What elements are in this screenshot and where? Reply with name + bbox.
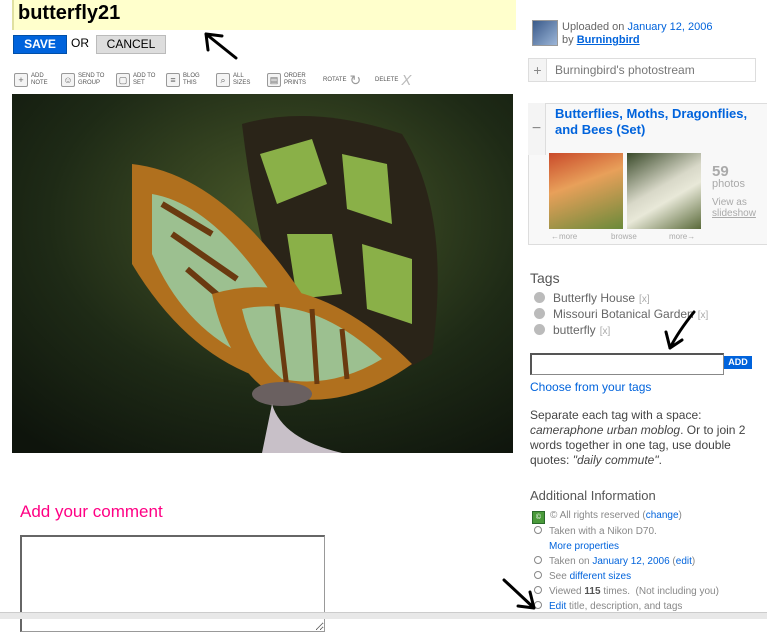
viewed-prefix: Viewed <box>549 586 585 597</box>
order-prints-label: ORDER PRINTS <box>284 73 307 86</box>
blog-icon: ≡ <box>166 73 180 87</box>
tag-globe-icon[interactable] <box>534 292 545 303</box>
uploaded-prefix: Uploaded on <box>562 21 625 33</box>
tag-help-example: cameraphone urban moblog <box>530 423 681 437</box>
rotate-icon: ↻ <box>349 71 362 88</box>
set-icon: ▢ <box>116 73 130 87</box>
more-properties-row: More properties <box>549 541 619 552</box>
more-properties-link[interactable]: More properties <box>549 541 619 552</box>
set-nav-more-right[interactable]: more→ <box>669 232 695 241</box>
rotate-button[interactable]: ROTATE ↻ <box>323 70 361 90</box>
add-tag-input[interactable] <box>530 353 724 375</box>
sizes-row: See different sizes <box>534 571 631 582</box>
rights-row: © All rights reserved (change) <box>550 510 682 521</box>
or-label: OR <box>71 36 89 50</box>
uploader-link[interactable]: Burningbird <box>577 34 640 46</box>
blog-this-label: BLOG THIS <box>183 73 200 86</box>
bullet-icon <box>534 526 542 534</box>
send-to-group-label: SEND TO GROUP <box>78 73 105 86</box>
set-nav-more-left[interactable]: ←more <box>551 232 577 241</box>
add-to-set-label: ADD TO SET <box>133 73 156 86</box>
annotation-arrow-icon <box>664 310 696 350</box>
set-photo-count-label: photos <box>712 178 746 190</box>
magnifier-icon: ⌕ <box>216 73 230 87</box>
set-thumbnail-previous[interactable] <box>549 153 623 229</box>
photo-title[interactable]: butterfly21 <box>18 0 120 26</box>
different-sizes-link[interactable]: different sizes <box>570 571 632 582</box>
order-prints-button[interactable]: ▤ ORDER PRINTS <box>267 70 314 90</box>
cancel-button[interactable]: CANCEL <box>96 35 166 54</box>
tag-item: butterfly [x] <box>534 323 610 337</box>
add-note-button[interactable]: + ADD NOTE <box>14 70 53 90</box>
camera-row: Taken with a Nikon D70. <box>534 526 657 537</box>
by-prefix: by <box>562 34 574 46</box>
send-to-group-button[interactable]: ☺ SEND TO GROUP <box>61 70 108 90</box>
taken-date-link[interactable]: January 12, 2006 <box>592 556 669 567</box>
add-note-label: ADD NOTE <box>31 73 48 86</box>
tag-globe-icon[interactable] <box>534 308 545 319</box>
annotation-arrow-icon <box>204 32 238 60</box>
delete-icon: X <box>401 71 412 89</box>
all-sizes-label: ALL SIZES <box>233 73 251 86</box>
tag-remove-link[interactable]: [x] <box>600 326 611 337</box>
printer-icon: ▤ <box>267 73 281 87</box>
uploaded-on-line: Uploaded on January 12, 2006 <box>562 21 712 33</box>
tag-globe-icon[interactable] <box>534 324 545 335</box>
taken-edit-link[interactable]: edit <box>676 556 692 567</box>
choose-tags-link[interactable]: Choose from your tags <box>530 380 651 394</box>
expand-plus-icon[interactable]: + <box>529 59 547 81</box>
tag-remove-link[interactable]: [x] <box>639 294 650 305</box>
tag-help-example: "daily commute" <box>572 453 659 467</box>
change-license-link[interactable]: change <box>646 510 679 521</box>
uploaded-by-line: by Burningbird <box>562 34 640 46</box>
plus-icon: + <box>14 73 28 87</box>
photostream-label[interactable]: Burningbird's photostream <box>555 63 695 77</box>
rights-text: © All rights reserved ( <box>550 510 646 521</box>
edit-suffix: title, description, and tags <box>566 601 683 612</box>
see-prefix: See <box>549 571 570 582</box>
tag-label[interactable]: butterfly <box>553 323 596 337</box>
bullet-icon <box>534 556 542 564</box>
delete-label: DELETE <box>375 76 399 83</box>
set-title-link[interactable]: Butterflies, Moths, Dragonflies, and Bee… <box>555 106 760 138</box>
add-comment-heading: Add your comment <box>20 502 163 521</box>
uploaded-date-link[interactable]: January 12, 2006 <box>627 21 712 33</box>
view-as-label: View as <box>712 197 747 208</box>
license-icon: © <box>532 511 545 524</box>
tag-help-text: Separate each tag with a space: cameraph… <box>530 408 760 468</box>
rights-close: ) <box>678 510 682 521</box>
camera-text: Taken with a Nikon D70. <box>549 526 657 537</box>
set-nav-browse[interactable]: browse <box>611 232 637 241</box>
add-tag-button[interactable]: ADD <box>724 356 752 369</box>
set-thumbnail-next[interactable] <box>627 153 701 229</box>
annotation-arrow-icon <box>502 578 536 610</box>
tags-heading: Tags <box>530 270 560 286</box>
taken-on-prefix: Taken on <box>549 556 593 567</box>
additional-info-heading: Additional Information <box>530 488 656 503</box>
all-sizes-button[interactable]: ⌕ ALL SIZES <box>216 70 255 90</box>
delete-button[interactable]: DELETE X <box>375 70 411 90</box>
tag-help-part: . <box>658 453 662 467</box>
tag-item: Butterfly House [x] <box>534 291 650 305</box>
blog-this-button[interactable]: ≡ BLOG THIS <box>166 70 205 90</box>
views-row: Viewed 115 times. (Not including you) <box>534 586 719 597</box>
edit-details-link[interactable]: Edit <box>549 601 566 612</box>
view-count: 115 <box>584 586 601 597</box>
save-button[interactable]: SAVE <box>13 35 67 54</box>
slideshow-link[interactable]: slideshow <box>712 208 756 219</box>
butterfly-photo-illustration <box>12 94 513 453</box>
avatar[interactable] <box>532 20 558 46</box>
collapse-minus-icon[interactable]: − <box>528 103 546 155</box>
viewed-suffix: times. (Not including you) <box>600 586 719 597</box>
edit-row: Edit title, description, and tags <box>534 601 682 612</box>
tag-help-part: Separate each tag with a space: <box>530 408 702 422</box>
taken-on-row: Taken on January 12, 2006 (edit) <box>534 556 695 567</box>
group-icon: ☺ <box>61 73 75 87</box>
main-photo[interactable] <box>12 94 513 453</box>
add-to-set-button[interactable]: ▢ ADD TO SET <box>116 70 159 90</box>
rotate-label: ROTATE <box>323 76 347 83</box>
tag-label[interactable]: Butterfly House <box>553 291 635 305</box>
